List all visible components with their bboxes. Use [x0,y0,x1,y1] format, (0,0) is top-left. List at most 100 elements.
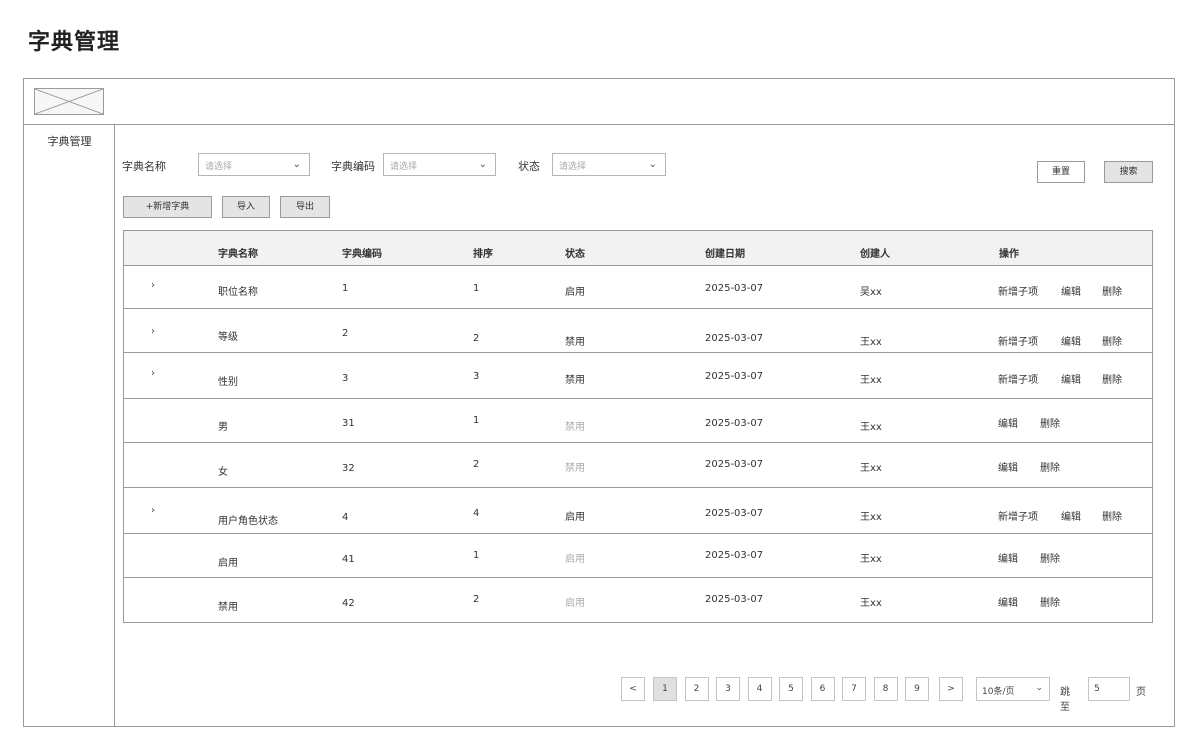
reset-button[interactable]: 重置 [1037,161,1085,183]
edit-button[interactable]: 编辑 [1061,508,1081,523]
page-button[interactable]: 9 [905,677,929,701]
add-child-button[interactable]: 新增子项 [998,508,1038,523]
table-row: › 用户角色状态 4 4 启用 2025-03-07 王xx 新增子项 编辑 删除 [124,488,1152,534]
cell-creator: 王xx [860,512,882,523]
cell-dict-name: 女 [218,467,228,478]
expand-row-chevron-right-icon[interactable]: › [151,326,155,337]
app-frame: 字典管理 字典名称 请选择 ⌄ 字典编码 请选择 ⌄ 状态 请选择 ⌄ 重置 搜… [23,78,1175,727]
status-select[interactable]: 请选择 ⌄ [552,153,666,176]
edit-button[interactable]: 编辑 [998,550,1018,565]
cell-status: 启用 [565,512,585,523]
cell-dict-code: 32 [342,463,355,474]
delete-button[interactable]: 删除 [1102,508,1122,523]
page-button[interactable]: 3 [716,677,740,701]
expand-row-chevron-right-icon[interactable]: › [151,505,155,516]
edit-button[interactable]: 编辑 [998,594,1018,609]
prev-page-button[interactable]: < [621,677,645,701]
dict-code-select[interactable]: 请选择 ⌄ [383,153,496,176]
page-button[interactable]: 5 [779,677,803,701]
dict-name-select[interactable]: 请选择 ⌄ [198,153,310,176]
add-dictionary-button[interactable]: +新增字典 [123,196,212,218]
col-status: 状态 [565,249,585,260]
cell-created-date: 2025-03-07 [705,550,764,561]
cell-created-date: 2025-03-07 [705,333,764,344]
edit-button[interactable]: 编辑 [1061,333,1081,348]
cell-status: 禁用 [565,337,585,348]
cell-dict-name: 等级 [218,332,238,343]
cell-sort: 2 [473,333,480,344]
delete-button[interactable]: 删除 [1040,459,1060,474]
status-placeholder: 请选择 [559,162,587,172]
cell-dict-code: 3 [342,373,349,384]
delete-button[interactable]: 删除 [1102,283,1122,298]
cell-creator: 王xx [860,375,882,386]
cell-created-date: 2025-03-07 [705,594,764,605]
add-child-button[interactable]: 新增子项 [998,283,1038,298]
page-button[interactable]: 7 [842,677,866,701]
page-button[interactable]: 8 [873,677,898,701]
table-row: 男 31 1 禁用 2025-03-07 王xx 编辑 删除 [124,399,1152,443]
import-button[interactable]: 导入 [222,196,270,218]
edit-button[interactable]: 编辑 [998,415,1018,430]
cell-dict-code: 2 [342,328,349,339]
delete-button[interactable]: 删除 [1102,371,1122,386]
col-sort: 排序 [473,249,493,260]
edit-button[interactable]: 编辑 [998,459,1018,474]
next-page-button[interactable]: > [939,677,963,701]
chevron-down-icon: ⌄ [478,159,487,170]
cell-dict-code: 41 [342,554,355,565]
page-button[interactable]: 4 [747,677,772,701]
top-bar [24,79,1174,125]
delete-button[interactable]: 删除 [1040,550,1060,565]
dict-name-label: 字典名称 [122,160,166,173]
add-child-button[interactable]: 新增子项 [998,333,1038,348]
cell-dict-name: 职位名称 [218,287,258,298]
cell-sort: 1 [473,283,480,294]
export-button[interactable]: 导出 [280,196,330,218]
cell-status: 禁用 [565,463,585,474]
cell-dict-name: 用户角色状态 [218,516,278,527]
dict-code-label: 字典编码 [331,160,375,173]
cell-dict-code: 4 [342,512,349,523]
page-button[interactable]: 2 [684,677,709,701]
cell-dict-name: 男 [218,422,228,433]
cell-sort: 2 [473,594,480,605]
jump-page-input[interactable] [1088,677,1130,701]
search-button[interactable]: 搜索 [1104,161,1153,183]
cell-sort: 4 [473,508,480,519]
dict-name-placeholder: 请选择 [205,162,233,172]
page-button[interactable]: 6 [810,677,835,701]
cell-dict-code: 42 [342,598,355,609]
table-row: 启用 41 1 启用 2025-03-07 王xx 编辑 删除 [124,534,1152,578]
add-child-button[interactable]: 新增子项 [998,371,1038,386]
delete-button[interactable]: 删除 [1040,594,1060,609]
expand-row-chevron-right-icon[interactable]: › [151,368,155,379]
cell-status: 禁用 [565,422,585,433]
sidebar: 字典管理 [24,125,115,727]
table-row: 女 32 2 禁用 2025-03-07 王xx 编辑 删除 [124,443,1152,488]
cell-creator: 王xx [860,422,882,433]
edit-button[interactable]: 编辑 [1061,371,1081,386]
sidebar-item-dictionary-management[interactable]: 字典管理 [24,133,115,149]
page-button[interactable]: 1 [653,677,677,701]
cell-sort: 3 [473,371,480,382]
expand-row-chevron-right-icon[interactable]: › [151,280,155,291]
col-created-date: 创建日期 [705,249,745,260]
cell-creator: 王xx [860,463,882,474]
table-row: › 等级 2 2 禁用 2025-03-07 王xx 新增子项 编辑 删除 [124,309,1152,353]
page-size-select[interactable]: 10条/页 ⌄ [976,677,1050,701]
delete-button[interactable]: 删除 [1040,415,1060,430]
delete-button[interactable]: 删除 [1102,333,1122,348]
cell-creator: 王xx [860,598,882,609]
cell-sort: 1 [473,550,480,561]
edit-button[interactable]: 编辑 [1061,283,1081,298]
cell-created-date: 2025-03-07 [705,459,764,470]
chevron-down-icon: ⌄ [1035,683,1043,693]
col-dict-name: 字典名称 [218,249,258,260]
cell-dict-name: 启用 [218,558,238,569]
cell-dict-name: 性别 [218,377,238,388]
dict-code-placeholder: 请选择 [390,162,418,172]
page-size-value: 10条/页 [982,687,1015,697]
cell-created-date: 2025-03-07 [705,283,764,294]
table-row: › 职位名称 1 1 启用 2025-03-07 吴xx 新增子项 编辑 删除 [124,267,1152,309]
